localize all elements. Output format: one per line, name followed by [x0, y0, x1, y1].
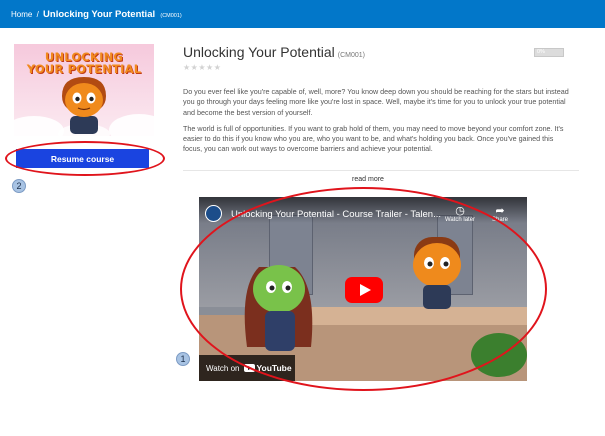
youtube-logo-icon	[243, 364, 255, 372]
channel-logo-icon[interactable]	[205, 205, 222, 222]
course-code: (CM001)	[337, 52, 366, 59]
top-bar: Home / Unlocking Your Potential (CM001)	[0, 0, 605, 28]
share-label: Share	[491, 217, 508, 223]
breadcrumb-current: Unlocking Your Potential	[43, 9, 156, 20]
breadcrumb: Home / Unlocking Your Potential (CM001)	[11, 9, 182, 20]
breadcrumb-course-code: (CM001)	[160, 13, 182, 19]
breadcrumb-home-link[interactable]: Home	[11, 10, 32, 19]
watch-later-button[interactable]: ◷ Watch later	[443, 205, 477, 223]
video-player[interactable]: Unlocking Your Potential - Course Traile…	[199, 197, 527, 381]
watch-later-label: Watch later	[444, 217, 476, 223]
watch-on-label: Watch on	[206, 363, 240, 373]
course-description: Do you ever feel like you're capable of,…	[183, 87, 573, 161]
annotation-badge-2: 2	[12, 179, 26, 193]
resume-course-button[interactable]: Resume course	[16, 149, 149, 168]
course-thumbnail[interactable]: UNLOCKING YOUR POTENTIAL	[14, 44, 154, 136]
youtube-logo: YouTube	[243, 363, 292, 373]
read-more-link[interactable]: read more	[183, 176, 553, 183]
breadcrumb-separator: /	[36, 10, 39, 19]
course-title-text: Unlocking Your Potential	[183, 44, 335, 60]
rating-stars[interactable]: ★★★★★	[183, 63, 221, 72]
annotation-badge-1: 1	[176, 352, 190, 366]
watch-on-youtube-button[interactable]: Watch on YouTube	[199, 355, 295, 381]
video-title[interactable]: Unlocking Your Potential - Course Traile…	[231, 209, 441, 220]
course-page: Home / Unlocking Your Potential (CM001) …	[0, 0, 605, 436]
progress-label: 0%	[537, 49, 545, 55]
description-paragraph: Do you ever feel like you're capable of,…	[183, 87, 569, 117]
progress-bar: 0%	[534, 48, 564, 57]
mascot-illustration	[58, 77, 110, 136]
divider	[183, 170, 579, 171]
share-button[interactable]: ➦ Share	[483, 205, 517, 223]
clock-icon: ◷	[455, 205, 465, 217]
youtube-label: YouTube	[256, 363, 292, 373]
description-paragraph: The world is full of opportunities. If y…	[183, 123, 564, 154]
share-icon: ➦	[495, 205, 505, 217]
play-button[interactable]	[345, 277, 383, 303]
course-title: Unlocking Your Potential (CM001)	[183, 44, 365, 60]
